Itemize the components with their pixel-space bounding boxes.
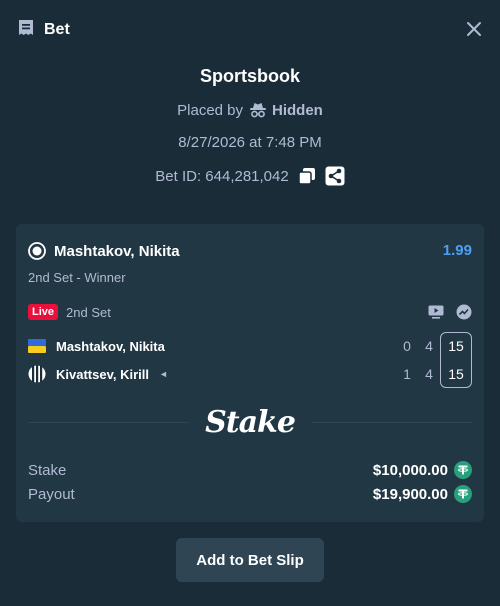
selection-row: Mashtakov, Nikita 1.99	[28, 240, 472, 262]
striped-flag-icon	[28, 365, 46, 383]
share-icon	[325, 166, 345, 186]
live-stream-button[interactable]	[428, 304, 444, 320]
hidden-user-label: Hidden	[272, 101, 323, 119]
tether-icon	[454, 461, 472, 479]
close-button[interactable]	[464, 19, 484, 39]
player-name: Mashtakov, Nikita	[56, 338, 165, 354]
placed-by-label: Placed by	[177, 101, 244, 119]
player-name: Kivattsev, Kirill	[56, 366, 149, 382]
share-button[interactable]	[325, 166, 345, 186]
game-score: 15	[448, 338, 464, 354]
live-actions	[428, 304, 472, 320]
add-to-bet-slip-button[interactable]: Add to Bet Slip	[176, 538, 324, 582]
player-row: Mashtakov, Nikita 0 4 15	[28, 334, 472, 358]
close-icon	[467, 22, 481, 36]
set-score: 4	[425, 338, 433, 354]
live-badge: Live	[28, 304, 59, 320]
modal-title: Bet	[44, 21, 70, 38]
copy-icon	[297, 168, 315, 185]
trend-chart-icon	[456, 304, 472, 320]
odds-value: 1.99	[442, 242, 472, 259]
stake-logo: Stake	[205, 404, 296, 440]
set-score: 1	[403, 366, 411, 382]
stats-button[interactable]	[456, 304, 472, 320]
divider-line	[310, 421, 472, 423]
bet-card: Mashtakov, Nikita 1.99 2nd Set - Winner …	[16, 224, 484, 522]
payout-value: $19,900.00	[372, 485, 448, 503]
hidden-user[interactable]: Hidden	[249, 102, 323, 119]
tv-icon	[428, 305, 444, 319]
divider-line	[28, 421, 190, 423]
incognito-icon	[250, 103, 267, 118]
stake-value-group: $10,000.00	[373, 461, 472, 479]
stake-row: Stake $10,000.00	[28, 459, 472, 481]
tether-icon	[454, 485, 472, 503]
modal-header: Bet	[0, 0, 500, 60]
copy-button[interactable]	[297, 166, 317, 186]
stake-label: Stake	[28, 461, 67, 479]
bet-slip-icon	[16, 18, 36, 43]
payout-row: Payout $19,900.00	[28, 483, 472, 505]
player-scores: 0 4 15	[396, 334, 472, 358]
tennis-ball-icon	[28, 242, 46, 260]
sportsbook-title: Sportsbook	[199, 66, 300, 86]
period-label: 2nd Set	[66, 304, 111, 320]
header-title-group: Bet	[16, 18, 70, 43]
payout-value-group: $19,900.00	[373, 485, 472, 503]
selection-name: Mashtakov, Nikita	[54, 242, 180, 260]
stake-value: $10,000.00	[372, 461, 448, 479]
bet-id-row: Bet ID: 644,281,042	[155, 165, 345, 187]
payout-label: Payout	[28, 485, 75, 503]
game-score: 15	[448, 366, 464, 382]
bet-datetime: 8/27/2026 at 7:48 PM	[178, 134, 322, 151]
bet-id: Bet ID: 644,281,042	[155, 167, 289, 185]
placed-by: Placed by Hidden	[177, 99, 323, 121]
bet-info: Sportsbook Placed by Hidden 8/27/2026 at…	[0, 60, 500, 187]
set-score: 0	[403, 338, 411, 354]
live-status: Live 2nd Set	[28, 304, 111, 320]
player-scores: 1 4 15	[396, 362, 472, 386]
serve-indicator-icon: ◄	[158, 369, 168, 379]
player-row: Kivattsev, Kirill ◄ 1 4 15	[28, 362, 472, 386]
market-name: 2nd Set - Winner	[28, 270, 126, 285]
brand-divider: Stake	[28, 404, 472, 440]
ukraine-flag-icon	[28, 339, 46, 353]
set-score: 4	[425, 366, 433, 382]
